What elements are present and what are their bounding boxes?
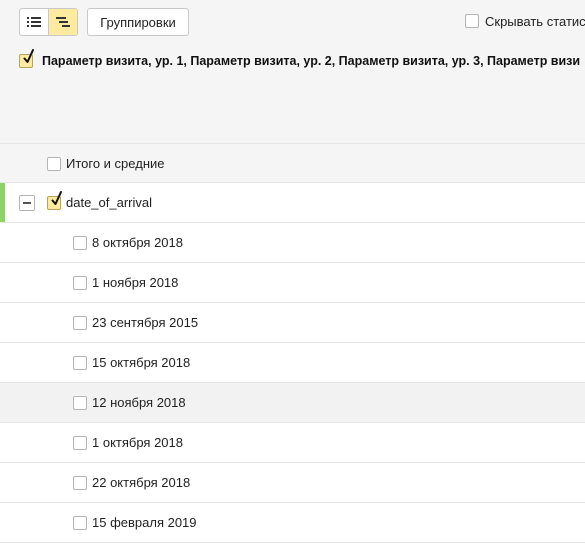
collapse-icon[interactable] [19, 195, 35, 211]
table-row[interactable]: 1 октября 2018 [0, 423, 585, 463]
hide-stats-label: Скрывать статис [485, 13, 585, 29]
table-row[interactable]: 15 февраля 2019 [0, 503, 585, 543]
table-row[interactable]: 8 октября 2018 [0, 223, 585, 263]
row-checkbox[interactable] [73, 396, 87, 410]
row-checkbox[interactable] [73, 236, 87, 250]
row-checkbox[interactable] [73, 316, 87, 330]
grouping-summary: Параметр визита, ур. 1, Параметр визита,… [19, 49, 585, 71]
report-page: Группировки Скрывать статис Параметр виз… [0, 0, 585, 548]
table-row[interactable]: 22 октября 2018 [0, 463, 585, 503]
row-label: 23 сентября 2015 [92, 315, 199, 330]
row-label: 22 октября 2018 [92, 475, 191, 490]
report-table: Итого и средние date_of_arrival 8 октябр… [0, 143, 585, 543]
row-label: 15 февраля 2019 [92, 515, 197, 530]
list-icon [27, 17, 41, 27]
table-row[interactable]: 23 сентября 2015 [0, 303, 585, 343]
tree-icon [56, 17, 70, 27]
row-label: 1 октября 2018 [92, 435, 183, 450]
grouping-checkbox[interactable] [19, 49, 34, 68]
groupings-button[interactable]: Группировки [87, 8, 189, 36]
totals-row[interactable]: Итого и средние [0, 143, 585, 183]
toolbar: Группировки Скрывать статис [0, 0, 585, 44]
row-checkbox[interactable] [73, 356, 87, 370]
hide-stats-toggle[interactable]: Скрывать статис [465, 12, 585, 30]
group-checkbox[interactable] [47, 191, 62, 210]
totals-checkbox[interactable] [47, 157, 61, 171]
list-view-button[interactable] [20, 9, 48, 35]
row-label: 8 октября 2018 [92, 235, 183, 250]
row-checkbox[interactable] [73, 276, 87, 290]
table-row[interactable]: 1 ноября 2018 [0, 263, 585, 303]
row-checkbox[interactable] [73, 516, 87, 530]
grouping-text: Параметр визита, ур. 1, Параметр визита,… [42, 54, 581, 68]
row-label: 12 ноября 2018 [92, 395, 186, 410]
row-label: 1 ноября 2018 [92, 275, 179, 290]
checkmark-icon [51, 191, 62, 205]
table-row[interactable]: 15 октября 2018 [0, 343, 585, 383]
view-mode-toggle [19, 8, 78, 36]
hide-stats-checkbox[interactable] [465, 14, 479, 28]
row-checkbox[interactable] [73, 476, 87, 490]
row-label: 15 октября 2018 [92, 355, 191, 370]
checkmark-icon [23, 49, 34, 63]
totals-label: Итого и средние [66, 156, 165, 171]
row-checkbox[interactable] [73, 436, 87, 450]
table-row[interactable]: 12 ноября 2018 [0, 383, 585, 423]
group-label: date_of_arrival [66, 195, 152, 210]
group-row-date-of-arrival[interactable]: date_of_arrival [0, 183, 585, 223]
tree-view-button[interactable] [48, 9, 77, 35]
